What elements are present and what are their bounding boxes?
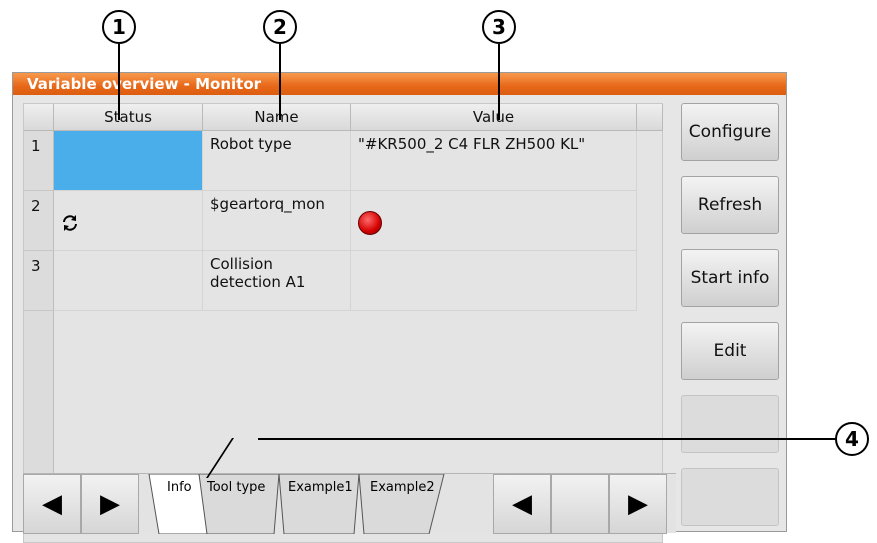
row-scroll-left-button[interactable]: ◀ xyxy=(493,474,551,534)
row-scroll-middle-button[interactable] xyxy=(551,474,609,534)
callout-4-leader xyxy=(258,438,836,440)
empty-button-2[interactable] xyxy=(681,468,779,526)
tab-scroll-left-button[interactable]: ◀ xyxy=(23,474,81,534)
callout-2-leader xyxy=(279,44,281,120)
callout-3: 3 xyxy=(482,10,516,44)
triangle-right-icon: ▶ xyxy=(100,489,120,519)
start-info-button[interactable]: Start info xyxy=(681,249,779,307)
tab-scroll-right-button[interactable]: ▶ xyxy=(81,474,139,534)
empty-button-1[interactable] xyxy=(681,395,779,453)
row-number[interactable]: 3 xyxy=(24,251,54,311)
column-header-status[interactable]: Status xyxy=(54,104,203,131)
tab-bar: ◀ ▶ Info Tool type Example1 Example2 ◀ ▶ xyxy=(23,473,676,534)
tab-example1[interactable]: Example1 xyxy=(288,480,353,495)
callout-3-leader xyxy=(498,44,500,120)
table-cell-status[interactable] xyxy=(54,191,203,251)
table-cell-value[interactable] xyxy=(351,191,637,251)
column-header-value[interactable]: Value xyxy=(351,104,637,131)
callout-2: 2 xyxy=(263,10,297,44)
table-cell-value[interactable] xyxy=(351,251,637,311)
table-cell-name[interactable]: Collision detection A1 xyxy=(203,251,351,311)
tab-tool-type[interactable]: Tool type xyxy=(207,480,265,495)
triangle-left-icon: ◀ xyxy=(42,489,62,519)
callout-4: 4 xyxy=(835,422,869,456)
red-led-icon xyxy=(358,211,382,235)
edit-button[interactable]: Edit xyxy=(681,322,779,380)
callout-1-leader xyxy=(118,44,120,120)
table-cell-name[interactable]: Robot type xyxy=(203,131,351,191)
triangle-right-icon: ▶ xyxy=(628,489,648,519)
variable-overview-window: Variable overview - Monitor Status Name … xyxy=(12,72,787,543)
refresh-button[interactable]: Refresh xyxy=(681,176,779,234)
triangle-left-icon: ◀ xyxy=(512,489,532,519)
table-cell-value[interactable]: "#KR500_2 C4 FLR ZH500 KL" xyxy=(351,131,637,191)
column-header-name[interactable]: Name xyxy=(203,104,351,131)
configure-button[interactable]: Configure xyxy=(681,103,779,161)
window-title: Variable overview - Monitor xyxy=(13,73,786,95)
table-cell-status[interactable] xyxy=(54,251,203,311)
table-cell-status[interactable] xyxy=(54,131,203,191)
corner-header xyxy=(24,104,54,131)
tab-info[interactable]: Info xyxy=(167,480,192,495)
tab-example2[interactable]: Example2 xyxy=(370,480,435,495)
row-number[interactable]: 2 xyxy=(24,191,54,251)
column-header-extra xyxy=(637,104,663,131)
row-scroll-right-button[interactable]: ▶ xyxy=(609,474,667,534)
callout-1: 1 xyxy=(102,10,136,44)
refresh-cycle-icon xyxy=(63,215,77,231)
table-cell-name[interactable]: $geartorq_mon xyxy=(203,191,351,251)
row-number[interactable]: 1 xyxy=(24,131,54,191)
